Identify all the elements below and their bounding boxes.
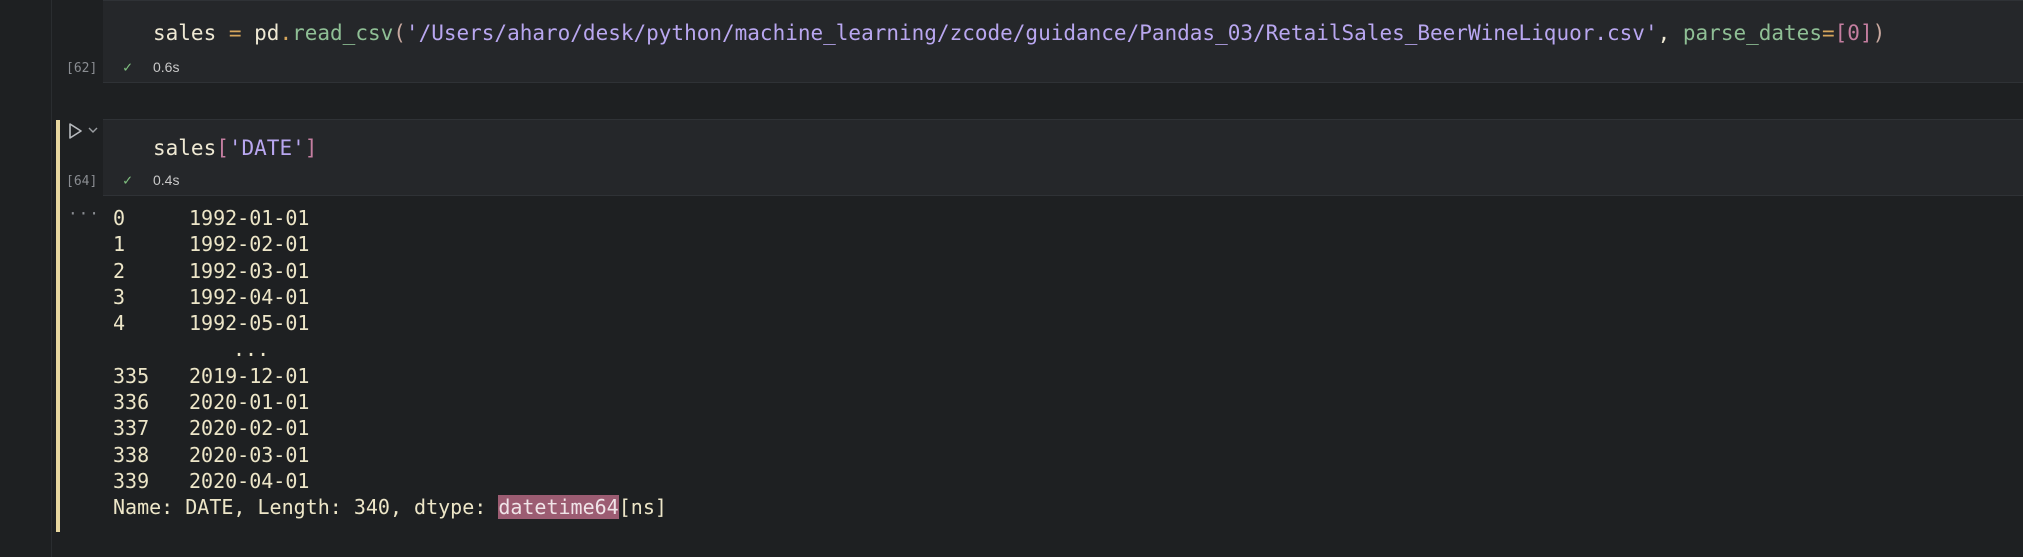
- output-ellipsis-row: ...: [113, 336, 667, 362]
- row-value: 2019-12-01: [189, 363, 310, 388]
- check-icon: ✓: [123, 58, 133, 76]
- execution-count: [62]: [66, 61, 98, 76]
- cell-1-code[interactable]: sales = pd.read_csv('/Users/aharo/desk/p…: [153, 21, 1885, 45]
- code-token: pd: [254, 21, 280, 45]
- output-row: 339 2020-04-01: [113, 468, 667, 494]
- row-value: 2020-03-01: [189, 442, 310, 467]
- row-value: 2020-02-01: [189, 416, 310, 441]
- execution-time: 0.6s: [153, 59, 180, 75]
- code-token: =: [1821, 21, 1835, 45]
- cell-2-code[interactable]: sales['DATE']: [153, 136, 317, 160]
- footer-suffix: [ns]: [618, 495, 667, 520]
- code-token: '/Users/aharo/desk/python/machine_learni…: [405, 21, 1658, 45]
- row-value: 1992-02-01: [189, 232, 310, 257]
- row-index: 337: [113, 416, 150, 441]
- gutter-divider: [51, 0, 52, 557]
- cell-2-input-area[interactable]: sales['DATE']: [103, 119, 2023, 196]
- code-token: [: [1834, 21, 1848, 45]
- output-more-actions-icon[interactable]: ···: [68, 204, 100, 223]
- row-value: 1992-04-01: [189, 284, 310, 309]
- code-token: [: [216, 136, 229, 160]
- dtype-highlight: datetime64: [498, 495, 619, 520]
- row-value: 1992-01-01: [189, 206, 310, 230]
- output-row: 338 2020-03-01: [113, 442, 667, 468]
- code-token: ): [1872, 21, 1886, 45]
- play-icon[interactable]: [66, 122, 84, 140]
- row-value: 2020-01-01: [189, 390, 310, 415]
- cell-1-input-area[interactable]: sales = pd.read_csv('/Users/aharo/desk/p…: [103, 0, 2023, 83]
- row-index: 4: [113, 311, 126, 336]
- code-token: ]: [1859, 21, 1873, 45]
- output-footer: Name: DATE, Length: 340, dtype: datetime…: [113, 494, 667, 520]
- row-index: 2: [113, 258, 126, 283]
- row-index: 3: [113, 284, 126, 309]
- output-row: 2 1992-03-01: [113, 258, 667, 284]
- execution-count: [64]: [66, 174, 98, 189]
- row-index: 0: [113, 206, 126, 230]
- code-token: 0: [1847, 21, 1860, 45]
- footer-text: Name: DATE, Length: 340, dtype:: [113, 495, 499, 520]
- active-cell-indicator: [56, 120, 60, 532]
- row-value: 2020-04-01: [189, 468, 310, 493]
- output-row: 3 1992-04-01: [113, 284, 667, 310]
- code-token: ]: [304, 136, 318, 160]
- code-token: 'DATE': [228, 136, 305, 160]
- check-icon: ✓: [123, 171, 133, 189]
- output-row: 0 1992-01-01: [113, 205, 667, 231]
- code-token: (: [393, 21, 406, 45]
- output-row: 4 1992-05-01: [113, 310, 667, 336]
- code-token: sales: [153, 21, 217, 45]
- code-token: =: [216, 21, 255, 45]
- output-row: 336 2020-01-01: [113, 389, 667, 415]
- row-index: 1: [113, 232, 126, 257]
- row-index: 335: [113, 363, 150, 388]
- output-ellipsis: ...: [233, 337, 270, 362]
- code-token: parse_dates: [1682, 21, 1822, 45]
- code-token: sales: [153, 136, 217, 160]
- chevron-down-icon[interactable]: [88, 126, 98, 134]
- execution-time: 0.4s: [153, 172, 180, 188]
- cell-output: 0 1992-01-01 1 1992-02-01 2 1992-03-01 3 1992-0…: [113, 205, 667, 521]
- output-row: 1 1992-02-01: [113, 231, 667, 257]
- code-token: read_csv: [292, 21, 394, 45]
- row-index: 338: [113, 442, 150, 467]
- row-index: 339: [113, 468, 150, 493]
- code-token: .: [279, 21, 293, 45]
- output-row: 337 2020-02-01: [113, 415, 667, 441]
- output-row: 335 2019-12-01: [113, 363, 667, 389]
- row-value: 1992-05-01: [189, 311, 310, 336]
- code-token: ,: [1657, 21, 1683, 45]
- row-value: 1992-03-01: [189, 258, 310, 283]
- row-index: 336: [113, 390, 150, 415]
